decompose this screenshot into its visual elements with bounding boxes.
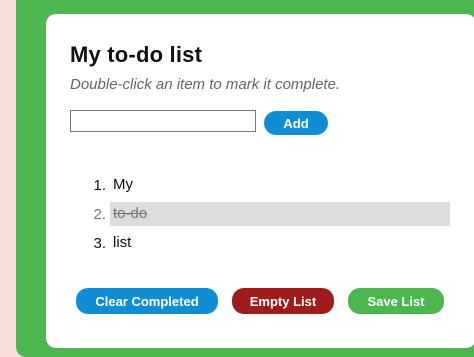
todo-item-completed[interactable]: 2. to-do: [80, 202, 450, 226]
page-title: My to-do list: [70, 42, 203, 67]
clear-completed-button[interactable]: Clear Completed: [76, 288, 218, 314]
new-item-input[interactable]: [70, 110, 256, 132]
todo-item[interactable]: 3. list: [80, 231, 450, 255]
todo-list: 1. My 2. to-do 3. list: [80, 173, 450, 260]
add-button[interactable]: Add: [264, 111, 328, 135]
instructions-text: Double-click an item to mark it complete…: [70, 76, 341, 93]
app-frame: My to-do list Double-click an item to ma…: [16, 0, 474, 357]
todo-item[interactable]: 1. My: [80, 173, 450, 197]
empty-list-button[interactable]: Empty List: [232, 288, 334, 314]
todo-item-text: to-do: [110, 202, 450, 226]
todo-item-text: list: [113, 234, 132, 251]
save-list-button[interactable]: Save List: [348, 288, 444, 314]
todo-item-number: 2.: [93, 205, 106, 223]
todo-item-text: My: [113, 176, 133, 193]
todo-item-number: 3.: [93, 234, 106, 252]
todo-item-number: 1.: [93, 176, 106, 194]
todo-card: My to-do list Double-click an item to ma…: [46, 14, 474, 348]
